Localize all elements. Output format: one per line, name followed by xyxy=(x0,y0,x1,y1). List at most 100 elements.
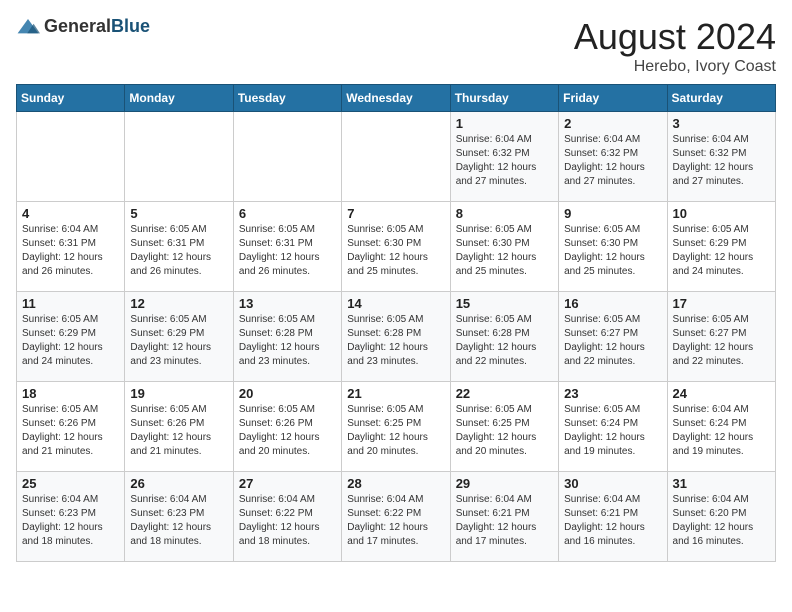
calendar-day-cell xyxy=(17,112,125,202)
logo: GeneralBlue xyxy=(16,16,150,37)
day-number: 8 xyxy=(456,206,553,221)
calendar-week-row: 1 Sunrise: 6:04 AMSunset: 6:32 PMDaylight… xyxy=(17,112,776,202)
day-number: 27 xyxy=(239,476,336,491)
day-info: Sunrise: 6:05 AMSunset: 6:28 PMDaylight:… xyxy=(347,313,444,369)
day-number: 15 xyxy=(456,296,553,311)
day-number: 18 xyxy=(22,386,119,401)
day-number: 14 xyxy=(347,296,444,311)
day-info: Sunrise: 6:05 AMSunset: 6:29 PMDaylight:… xyxy=(22,313,119,369)
calendar-day-cell: 18 Sunrise: 6:05 AMSunset: 6:26 PMDayligh… xyxy=(17,382,125,472)
day-number: 19 xyxy=(130,386,227,401)
col-saturday: Saturday xyxy=(667,85,775,112)
day-number: 29 xyxy=(456,476,553,491)
day-number: 10 xyxy=(673,206,770,221)
day-number: 20 xyxy=(239,386,336,401)
col-wednesday: Wednesday xyxy=(342,85,450,112)
day-number: 22 xyxy=(456,386,553,401)
col-monday: Monday xyxy=(125,85,233,112)
day-number: 11 xyxy=(22,296,119,311)
calendar-day-cell: 14 Sunrise: 6:05 AMSunset: 6:28 PMDayligh… xyxy=(342,292,450,382)
calendar-day-cell: 27 Sunrise: 6:04 AMSunset: 6:22 PMDayligh… xyxy=(233,472,341,562)
day-number: 26 xyxy=(130,476,227,491)
day-number: 7 xyxy=(347,206,444,221)
day-info: Sunrise: 6:05 AMSunset: 6:26 PMDaylight:… xyxy=(239,403,336,459)
day-number: 6 xyxy=(239,206,336,221)
day-info: Sunrise: 6:04 AMSunset: 6:32 PMDaylight:… xyxy=(564,133,661,189)
calendar-day-cell: 7 Sunrise: 6:05 AMSunset: 6:30 PMDaylight… xyxy=(342,202,450,292)
day-info: Sunrise: 6:05 AMSunset: 6:29 PMDaylight:… xyxy=(673,223,770,279)
day-info: Sunrise: 6:04 AMSunset: 6:31 PMDaylight:… xyxy=(22,223,119,279)
day-info: Sunrise: 6:05 AMSunset: 6:30 PMDaylight:… xyxy=(564,223,661,279)
calendar-day-cell: 3 Sunrise: 6:04 AMSunset: 6:32 PMDaylight… xyxy=(667,112,775,202)
col-sunday: Sunday xyxy=(17,85,125,112)
day-number: 31 xyxy=(673,476,770,491)
day-number: 17 xyxy=(673,296,770,311)
day-info: Sunrise: 6:05 AMSunset: 6:30 PMDaylight:… xyxy=(347,223,444,279)
calendar-day-cell: 4 Sunrise: 6:04 AMSunset: 6:31 PMDaylight… xyxy=(17,202,125,292)
col-tuesday: Tuesday xyxy=(233,85,341,112)
calendar-day-cell: 21Sunrise: 6:05 AMSunset: 6:25 PMDayligh… xyxy=(342,382,450,472)
generalblue-logo-icon xyxy=(16,17,40,37)
day-number: 21 xyxy=(347,386,444,401)
calendar-table: Sunday Monday Tuesday Wednesday Thursday… xyxy=(16,84,776,562)
day-number: 12 xyxy=(130,296,227,311)
day-number: 9 xyxy=(564,206,661,221)
col-friday: Friday xyxy=(559,85,667,112)
calendar-day-cell: 6 Sunrise: 6:05 AMSunset: 6:31 PMDaylight… xyxy=(233,202,341,292)
page-header: GeneralBlue August 2024 Herebo, Ivory Co… xyxy=(16,16,776,76)
calendar-day-cell: 31Sunrise: 6:04 AMSunset: 6:20 PMDayligh… xyxy=(667,472,775,562)
day-info: Sunrise: 6:04 AMSunset: 6:24 PMDaylight:… xyxy=(673,403,770,459)
day-number: 30 xyxy=(564,476,661,491)
day-info: Sunrise: 6:04 AMSunset: 6:23 PMDaylight:… xyxy=(22,493,119,549)
month-year-title: August 2024 xyxy=(574,16,776,58)
day-info: Sunrise: 6:05 AMSunset: 6:26 PMDaylight:… xyxy=(22,403,119,459)
calendar-day-cell: 26 Sunrise: 6:04 AMSunset: 6:23 PMDayligh… xyxy=(125,472,233,562)
day-number: 1 xyxy=(456,116,553,131)
day-info: Sunrise: 6:04 AMSunset: 6:32 PMDaylight:… xyxy=(456,133,553,189)
calendar-day-cell: 10 Sunrise: 6:05 AMSunset: 6:29 PMDayligh… xyxy=(667,202,775,292)
day-info: Sunrise: 6:05 AMSunset: 6:30 PMDaylight:… xyxy=(456,223,553,279)
day-number: 4 xyxy=(22,206,119,221)
calendar-day-cell: 28Sunrise: 6:04 AMSunset: 6:22 PMDayligh… xyxy=(342,472,450,562)
day-info: Sunrise: 6:04 AMSunset: 6:23 PMDaylight:… xyxy=(130,493,227,549)
calendar-week-row: 4 Sunrise: 6:04 AMSunset: 6:31 PMDaylight… xyxy=(17,202,776,292)
calendar-day-cell: 15 Sunrise: 6:05 AMSunset: 6:28 PMDayligh… xyxy=(450,292,558,382)
day-info: Sunrise: 6:05 AMSunset: 6:25 PMDaylight:… xyxy=(456,403,553,459)
calendar-day-cell: 13 Sunrise: 6:05 AMSunset: 6:28 PMDayligh… xyxy=(233,292,341,382)
day-number: 24 xyxy=(673,386,770,401)
calendar-week-row: 11 Sunrise: 6:05 AMSunset: 6:29 PMDayligh… xyxy=(17,292,776,382)
day-number: 3 xyxy=(673,116,770,131)
day-number: 23 xyxy=(564,386,661,401)
calendar-day-cell: 5Sunrise: 6:05 AMSunset: 6:31 PMDaylight… xyxy=(125,202,233,292)
day-info: Sunrise: 6:05 AMSunset: 6:27 PMDaylight:… xyxy=(673,313,770,369)
location-subtitle: Herebo, Ivory Coast xyxy=(574,58,776,76)
day-info: Sunrise: 6:05 AMSunset: 6:31 PMDaylight:… xyxy=(239,223,336,279)
calendar-day-cell: 9 Sunrise: 6:05 AMSunset: 6:30 PMDaylight… xyxy=(559,202,667,292)
day-number: 13 xyxy=(239,296,336,311)
day-info: Sunrise: 6:04 AMSunset: 6:21 PMDaylight:… xyxy=(456,493,553,549)
calendar-day-cell: 11 Sunrise: 6:05 AMSunset: 6:29 PMDayligh… xyxy=(17,292,125,382)
calendar-day-cell: 22 Sunrise: 6:05 AMSunset: 6:25 PMDayligh… xyxy=(450,382,558,472)
day-info: Sunrise: 6:05 AMSunset: 6:28 PMDaylight:… xyxy=(239,313,336,369)
calendar-day-cell: 8 Sunrise: 6:05 AMSunset: 6:30 PMDaylight… xyxy=(450,202,558,292)
calendar-day-cell: 17 Sunrise: 6:05 AMSunset: 6:27 PMDayligh… xyxy=(667,292,775,382)
day-number: 5 xyxy=(130,206,227,221)
calendar-day-cell: 25 Sunrise: 6:04 AMSunset: 6:23 PMDayligh… xyxy=(17,472,125,562)
calendar-day-cell: 19Sunrise: 6:05 AMSunset: 6:26 PMDayligh… xyxy=(125,382,233,472)
calendar-day-cell xyxy=(125,112,233,202)
day-info: Sunrise: 6:05 AMSunset: 6:28 PMDaylight:… xyxy=(456,313,553,369)
day-info: Sunrise: 6:04 AMSunset: 6:32 PMDaylight:… xyxy=(673,133,770,189)
logo-general: General xyxy=(44,16,111,36)
calendar-day-cell: 20 Sunrise: 6:05 AMSunset: 6:26 PMDayligh… xyxy=(233,382,341,472)
day-info: Sunrise: 6:04 AMSunset: 6:22 PMDaylight:… xyxy=(239,493,336,549)
calendar-day-cell: 12Sunrise: 6:05 AMSunset: 6:29 PMDayligh… xyxy=(125,292,233,382)
title-area: August 2024 Herebo, Ivory Coast xyxy=(574,16,776,76)
day-number: 16 xyxy=(564,296,661,311)
logo-text: GeneralBlue xyxy=(44,16,150,37)
calendar-day-cell xyxy=(233,112,341,202)
calendar-day-cell: 30Sunrise: 6:04 AMSunset: 6:21 PMDayligh… xyxy=(559,472,667,562)
day-info: Sunrise: 6:05 AMSunset: 6:24 PMDaylight:… xyxy=(564,403,661,459)
calendar-week-row: 18 Sunrise: 6:05 AMSunset: 6:26 PMDayligh… xyxy=(17,382,776,472)
day-number: 25 xyxy=(22,476,119,491)
day-number: 2 xyxy=(564,116,661,131)
